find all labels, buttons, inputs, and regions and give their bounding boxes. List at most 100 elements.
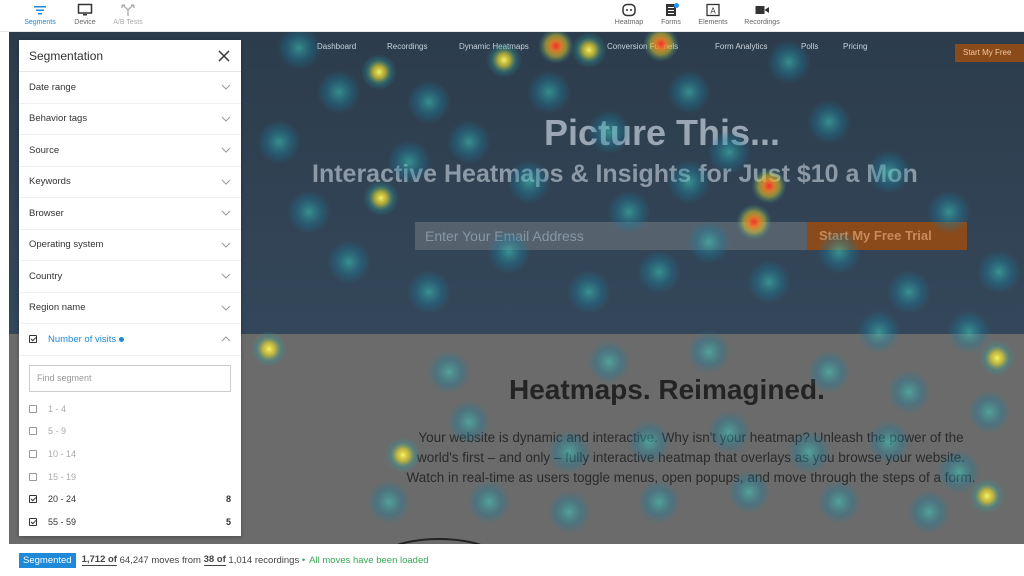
filter-label: Browser	[29, 207, 64, 219]
segment-checkbox[interactable]	[29, 427, 37, 436]
visits-label: Number of visits	[48, 333, 125, 345]
device-button[interactable]: Device	[63, 3, 107, 31]
site-nav-item[interactable]: Form Analytics	[715, 42, 767, 51]
chevron-down-icon[interactable]	[221, 179, 231, 185]
free-trial-button[interactable]: Start My Free Trial	[807, 222, 967, 250]
heatmap-icon	[622, 3, 636, 17]
segmentation-panel: Segmentation Date range Behavior tags Sour…	[19, 40, 241, 536]
chevron-down-icon[interactable]	[221, 273, 231, 279]
segment-option[interactable]: 20 - 24 8	[19, 488, 241, 511]
site-nav-item[interactable]: Dynamic Heatmaps	[459, 42, 529, 51]
visits-checkbox[interactable]	[29, 335, 37, 344]
split-arrows-icon	[121, 4, 135, 16]
panel-header: Segmentation	[19, 40, 241, 72]
segment-option[interactable]: 10 - 14	[19, 443, 241, 466]
filter-label: Behavior tags	[29, 113, 88, 125]
recordings-button[interactable]: Recordings	[740, 3, 784, 31]
filter-country[interactable]: Country	[19, 261, 241, 293]
segment-label: 5 - 9	[48, 426, 67, 437]
forms-notification-dot	[674, 3, 679, 8]
chevron-down-icon[interactable]	[221, 147, 231, 153]
chevron-up-icon[interactable]	[221, 336, 231, 342]
segment-count: 8	[225, 494, 231, 505]
segment-option[interactable]: 55 - 59 5	[19, 510, 241, 533]
segment-option[interactable]: 5 - 9	[19, 420, 241, 443]
recordings-total: 1,014 recordings	[228, 554, 300, 566]
segment-option-left: 10 - 14	[29, 449, 76, 459]
site-nav-cta-button[interactable]: Start My Free	[955, 44, 1024, 62]
filter-region-name[interactable]: Region name	[19, 293, 241, 324]
chevron-down-icon[interactable]	[221, 305, 231, 311]
segments-button[interactable]: Segments	[18, 3, 62, 34]
segment-checkbox[interactable]	[29, 404, 37, 413]
segment-option-left: 55 - 59	[29, 517, 76, 527]
filter-keywords[interactable]: Keywords	[19, 167, 241, 198]
site-nav-item[interactable]: Pricing	[843, 42, 867, 51]
hero-title: Picture This...	[544, 112, 781, 153]
filter-date-range[interactable]: Date range	[19, 72, 241, 104]
site-nav-item[interactable]: Polls	[801, 42, 818, 51]
segment-label: 1 - 4	[48, 403, 67, 414]
filter-label: Date range	[29, 81, 77, 93]
site-nav-item[interactable]: Dashboard	[317, 42, 356, 51]
recordings-shown[interactable]: 38 of	[203, 554, 226, 566]
email-input[interactable]: Enter Your Email Address	[415, 222, 807, 250]
segment-option-left: 5 - 9	[29, 426, 66, 436]
segment-list: 1 - 4 5 - 9 10 - 14 15 - 19 20 - 24 8 55 - 59 5	[19, 398, 241, 534]
heatmap-spot	[251, 331, 287, 367]
number-of-visits-filter[interactable]: Number of visits	[19, 324, 241, 356]
heatmap-spot	[907, 490, 951, 534]
heatmap-spot	[687, 330, 731, 374]
top-toolbar: Segments Device A/B Tests Heatmap Forms …	[0, 0, 1024, 34]
segment-checkbox[interactable]	[29, 517, 37, 526]
segment-label: 55 - 59	[48, 516, 77, 527]
forms-label: Forms	[661, 19, 681, 26]
elements-button[interactable]: A Elements	[691, 3, 735, 31]
segmented-badge: Segmented	[19, 552, 76, 568]
segment-checkbox[interactable]	[29, 495, 37, 504]
heatmap-button[interactable]: Heatmap	[607, 3, 651, 31]
segment-checkbox[interactable]	[29, 472, 37, 481]
filter-label: Country	[29, 270, 63, 282]
hero-subtitle: Interactive Heatmaps & Insights for Just…	[312, 160, 918, 188]
segments-label: Segments	[24, 19, 56, 26]
visits-left: Number of visits	[29, 333, 125, 345]
visits-label-text: Number of visits	[48, 333, 117, 345]
site-nav-item[interactable]: Recordings	[387, 42, 427, 51]
elements-label: Elements	[698, 19, 728, 26]
site-nav-item[interactable]: Conversion Funnels	[607, 42, 678, 51]
filter-label: Operating system	[29, 239, 104, 251]
close-icon[interactable]	[217, 49, 231, 63]
segment-count: 5	[225, 516, 231, 527]
filter-label: Keywords	[29, 176, 71, 188]
segment-label: 20 - 24	[48, 494, 77, 505]
section-title: Heatmaps. Reimagined.	[509, 374, 825, 405]
active-dot-icon	[119, 336, 125, 342]
status-separator: •	[301, 554, 306, 566]
chevron-down-icon[interactable]	[221, 210, 231, 216]
forms-button[interactable]: Forms	[649, 3, 693, 31]
filter-operating-system[interactable]: Operating system	[19, 230, 241, 261]
filter-browser[interactable]: Browser	[19, 198, 241, 230]
chevron-down-icon[interactable]	[221, 242, 231, 248]
ab-tests-button[interactable]: A/B Tests	[106, 3, 150, 31]
loaded-status: All moves have been loaded	[309, 554, 429, 566]
segment-option-left: 1 - 4	[29, 404, 66, 414]
segment-label: 10 - 14	[48, 448, 77, 459]
svg-text:A: A	[710, 7, 716, 16]
segment-label: 15 - 19	[48, 471, 77, 482]
heatmap-spot	[887, 370, 931, 414]
segment-checkbox[interactable]	[29, 449, 37, 458]
section-body: Your website is dynamic and interactive.…	[406, 430, 976, 485]
device-label: Device	[74, 19, 96, 26]
chevron-down-icon[interactable]	[221, 116, 231, 122]
segment-option[interactable]: 1 - 4	[19, 398, 241, 421]
heatmap-label: Heatmap	[614, 19, 644, 26]
status-bar: Segmented 1,712 of 64,247 moves from 38 …	[0, 544, 1024, 576]
filter-source[interactable]: Source	[19, 135, 241, 167]
segment-option[interactable]: 15 - 19	[19, 465, 241, 488]
find-segment-input[interactable]	[29, 364, 231, 392]
chevron-down-icon[interactable]	[221, 84, 231, 90]
filter-behavior-tags[interactable]: Behavior tags	[19, 104, 241, 135]
moves-shown[interactable]: 1,712 of	[81, 554, 117, 566]
